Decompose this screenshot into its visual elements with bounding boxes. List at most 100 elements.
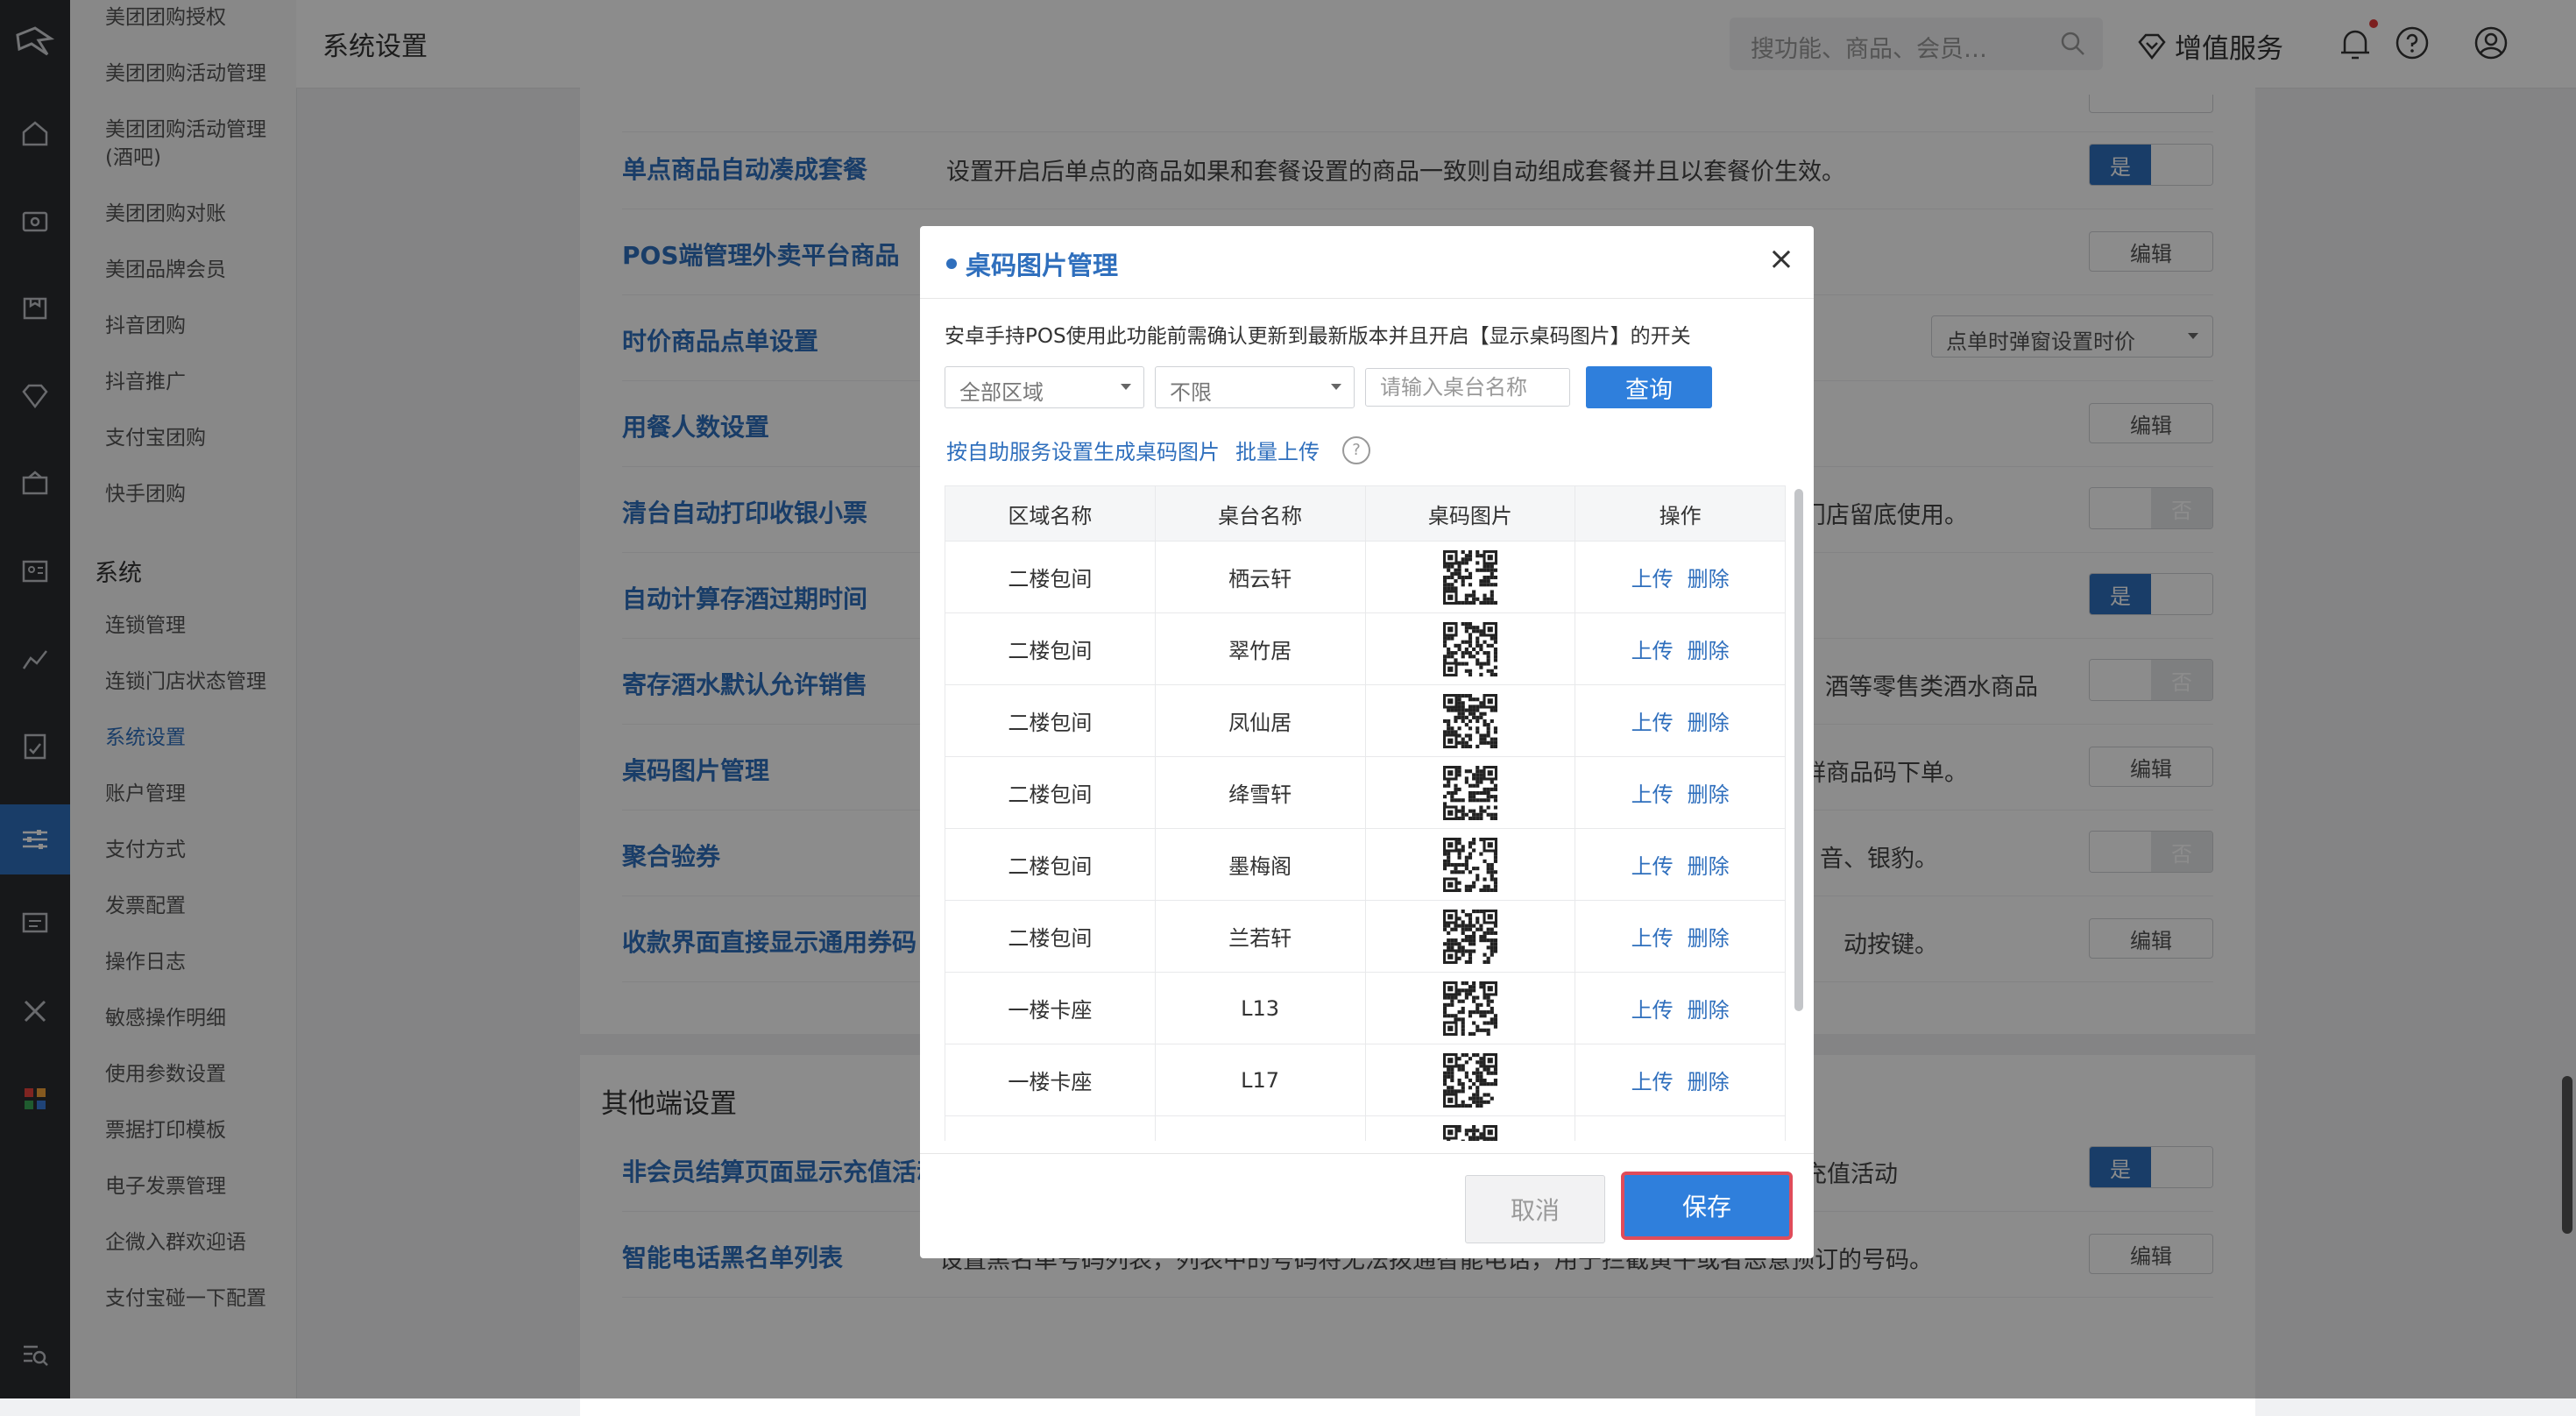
delete-link[interactable]: 删除 [1688, 711, 1730, 735]
qr-code-image [1442, 549, 1497, 605]
operations-cell: 上传删除 [1575, 1044, 1786, 1116]
qr-code-image [1442, 621, 1497, 676]
qr-code-image [1442, 765, 1497, 820]
query-button[interactable]: 查询 [1586, 366, 1712, 408]
upload-link[interactable]: 上传 [1631, 567, 1674, 591]
operations-cell: 上传删除 [1575, 541, 1786, 613]
limit-select[interactable]: 不限 [1155, 366, 1355, 408]
table-row: 一楼卡座 L13 上传 删除 [945, 972, 1786, 1044]
question-circle-icon[interactable]: ? [1342, 435, 1370, 464]
qr-code-image [1442, 693, 1497, 748]
save-button[interactable]: 保存 [1621, 1172, 1793, 1240]
modal-links: 按自助服务设置生成桌码图片 批量上传 ? [946, 435, 1370, 465]
table-scrollbar[interactable] [1794, 485, 1803, 1141]
delete-link[interactable]: 删除 [1688, 567, 1730, 591]
table-row: 二楼包间 兰若轩 上传 删除 [945, 900, 1786, 973]
table-row: 一楼卡座 L17 上传 删除 [945, 1044, 1786, 1116]
operations-cell: 上传删除 [1575, 900, 1786, 973]
area-cell: 二楼包间 [945, 756, 1156, 829]
table-name-cell: L13 [1154, 972, 1366, 1044]
qr-image-cell [1364, 972, 1576, 1044]
batch-upload-link[interactable]: 批量上传 [1235, 435, 1320, 465]
scrollbar-thumb[interactable] [1794, 489, 1803, 1011]
table-name-cell: L17 [1154, 1044, 1366, 1116]
area-select[interactable]: 全部区域 [945, 366, 1144, 408]
table-row: 二楼包间 翠竹居 上传 删除 [945, 612, 1786, 685]
qr-code-image [1442, 981, 1497, 1036]
qr-image-cell [1364, 900, 1576, 973]
table-name-cell: 栖云轩 [1154, 541, 1366, 613]
table-qr-table: 区域名称 桌台名称 桌码图片 操作 二楼包间 栖云轩 上传 删除 二楼包间 翠竹居 上传 删除… [945, 485, 1786, 1141]
col-image: 桌码图片 [1364, 485, 1576, 542]
upload-link[interactable]: 上传 [1631, 639, 1674, 663]
upload-link[interactable]: 上传 [1631, 998, 1674, 1023]
table-row: 二楼包间 绛雪轩 上传 删除 [945, 756, 1786, 829]
delete-link[interactable]: 删除 [1688, 854, 1730, 879]
qr-image-cell [1364, 828, 1576, 901]
qr-image-cell [1364, 541, 1576, 613]
upload-link[interactable]: 上传 [1631, 711, 1674, 735]
close-icon[interactable]: × [1768, 242, 1794, 277]
modal-footer: 取消 保存 [920, 1153, 1814, 1259]
table-header-row: 区域名称 桌台名称 桌码图片 操作 [945, 485, 1786, 542]
qr-code-image [1442, 909, 1497, 964]
limit-select-value: 不限 [1170, 380, 1212, 405]
table-qr-image-modal: 桌码图片管理 × 安卓手持POS使用此功能前需确认更新到最新版本并且开启【显示桌… [920, 226, 1814, 1258]
qr-image-cell [1364, 612, 1576, 685]
qr-code-image [1442, 1124, 1497, 1141]
qr-image-cell [1364, 1115, 1576, 1141]
upload-link[interactable]: 上传 [1631, 1070, 1674, 1094]
upload-link[interactable]: 上传 [1631, 782, 1674, 807]
operations-cell: 上传删除 [1575, 612, 1786, 685]
area-cell: 二楼包间 [945, 828, 1156, 901]
area-select-value: 全部区域 [959, 380, 1044, 405]
chevron-down-icon [1121, 384, 1131, 390]
qr-image-cell [1364, 756, 1576, 829]
area-cell: 一楼卡座 [945, 1044, 1156, 1116]
modal-title: 桌码图片管理 [946, 245, 1118, 282]
operations-cell: 上传删除 [1575, 756, 1786, 829]
area-cell: 二楼包间 [945, 900, 1156, 973]
delete-link[interactable]: 删除 [1688, 926, 1730, 951]
delete-link[interactable]: 删除 [1688, 1070, 1730, 1094]
area-cell: 一楼卡座 [945, 1115, 1156, 1141]
table-row: 二楼包间 栖云轩 上传 删除 [945, 541, 1786, 613]
generate-qr-link[interactable]: 按自助服务设置生成桌码图片 [946, 435, 1220, 465]
delete-link[interactable]: 删除 [1688, 782, 1730, 807]
col-area: 区域名称 [945, 485, 1156, 542]
table-name-cell: L111 [1154, 1115, 1366, 1141]
table-name-cell: 翠竹居 [1154, 612, 1366, 685]
col-ops: 操作 [1575, 485, 1786, 542]
area-cell: 二楼包间 [945, 684, 1156, 757]
table-name-cell: 兰若轩 [1154, 900, 1366, 973]
table-name-cell: 墨梅阁 [1154, 828, 1366, 901]
title-dot-icon [946, 258, 957, 269]
qr-code-image [1442, 837, 1497, 892]
delete-link[interactable]: 删除 [1688, 998, 1730, 1023]
upload-link[interactable]: 上传 [1631, 926, 1674, 951]
table-name-cell: 凤仙居 [1154, 684, 1366, 757]
table-row: 一楼卡座L111 上传删除 [945, 1115, 1786, 1141]
qr-code-image [1442, 1052, 1497, 1108]
chevron-down-icon [1331, 384, 1341, 390]
area-cell: 二楼包间 [945, 612, 1156, 685]
table-row: 二楼包间 凤仙居 上传 删除 [945, 684, 1786, 757]
cancel-button[interactable]: 取消 [1465, 1175, 1605, 1243]
table-name-input[interactable] [1365, 368, 1570, 407]
area-cell: 一楼卡座 [945, 972, 1156, 1044]
table-body: 二楼包间 栖云轩 上传 删除 二楼包间 翠竹居 上传 删除 二楼包间 凤仙居 上传 删除 二楼包间 绛雪轩… [945, 541, 1786, 1141]
modal-notice: 安卓手持POS使用此功能前需确认更新到最新版本并且开启【显示桌码图片】的开关 [945, 325, 1691, 348]
table-list: 区域名称 桌台名称 桌码图片 操作 二楼包间 栖云轩 上传 删除 二楼包间 翠竹居 上传 删除… [945, 485, 1786, 1141]
operations-cell: 上传删除 [1575, 828, 1786, 901]
col-table: 桌台名称 [1154, 485, 1366, 542]
operations-cell: 上传删除 [1575, 972, 1786, 1044]
area-cell: 二楼包间 [945, 541, 1156, 613]
operations-cell: 上传删除 [1575, 1115, 1786, 1141]
delete-link[interactable]: 删除 [1688, 639, 1730, 663]
modal-header: 桌码图片管理 × [920, 226, 1814, 299]
upload-link[interactable]: 上传 [1631, 854, 1674, 879]
table-name-cell: 绛雪轩 [1154, 756, 1366, 829]
table-row: 二楼包间 墨梅阁 上传 删除 [945, 828, 1786, 901]
operations-cell: 上传删除 [1575, 684, 1786, 757]
modal-title-text: 桌码图片管理 [966, 251, 1119, 280]
